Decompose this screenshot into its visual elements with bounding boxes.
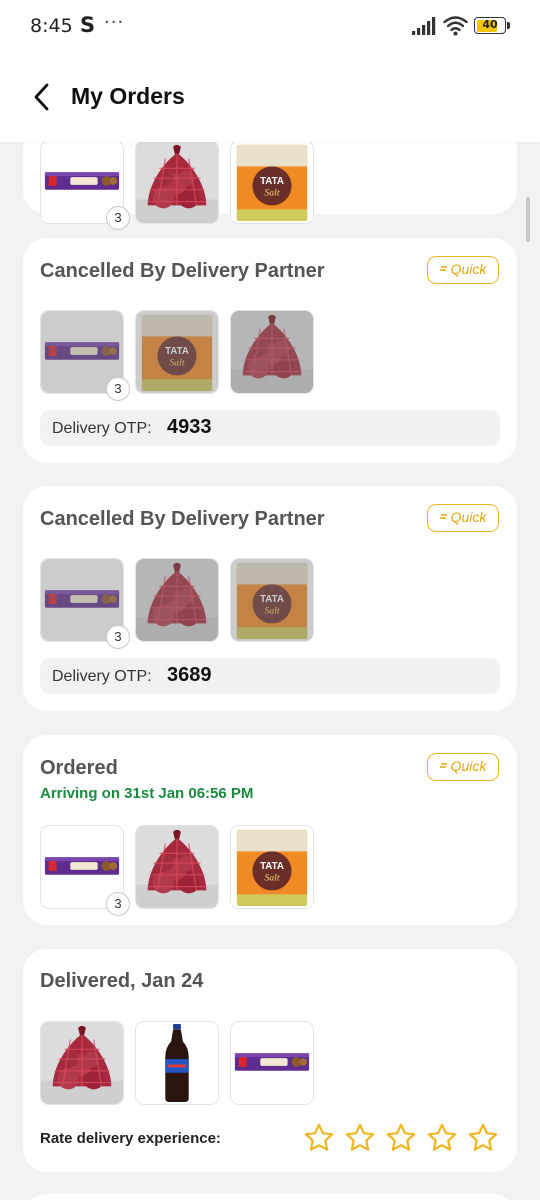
page-title: My Orders	[71, 83, 185, 109]
quick-delivery-icon	[439, 266, 447, 272]
product-thumbnail-salt	[230, 558, 314, 642]
star-icon[interactable]	[303, 1122, 335, 1154]
rate-delivery-label: Rate delivery experience:	[40, 1130, 221, 1147]
quick-badge: Quick	[427, 504, 499, 532]
product-thumbnail-onion	[230, 310, 314, 394]
order-status: Delivered, Jan 24	[40, 970, 204, 992]
order-card[interactable]: Cancelled By Delivery Partner Quick 3 De…	[23, 238, 517, 463]
order-card[interactable]: Delivered, Jan 24 Rate delivery experien…	[23, 949, 517, 1172]
order-card[interactable]: 3	[23, 142, 517, 230]
star-icon[interactable]	[426, 1122, 458, 1154]
app-s-icon: S	[80, 13, 96, 37]
quick-delivery-icon	[439, 514, 447, 520]
delivery-otp-bar: Delivery OTP: 3689	[40, 658, 500, 694]
quantity-badge: 3	[106, 377, 130, 401]
app-header: My Orders	[0, 52, 540, 142]
more-notifications-icon: ···	[104, 12, 125, 33]
product-thumbnail-onion	[135, 142, 219, 224]
battery-icon: 40	[474, 17, 506, 34]
product-thumbnail-salt	[135, 310, 219, 394]
orders-list[interactable]: 3 Cancelled By Delivery Partner Quick 3 …	[0, 142, 540, 1200]
product-thumbnail-onion	[40, 1021, 124, 1105]
status-time: 8:45	[30, 15, 73, 37]
quick-label: Quick	[450, 758, 487, 774]
delivery-otp-bar: Delivery OTP: 4933	[40, 410, 500, 446]
quantity-badge: 3	[106, 892, 130, 916]
quick-label: Quick	[450, 509, 487, 525]
product-thumbnail-onion	[135, 558, 219, 642]
quantity-badge: 3	[106, 625, 130, 649]
order-status: Ordered	[40, 757, 118, 779]
star-icon[interactable]	[344, 1122, 376, 1154]
battery-level: 40	[482, 18, 498, 31]
order-card[interactable]	[23, 1194, 517, 1200]
cellular-signal-icon	[412, 17, 436, 35]
quick-label: Quick	[450, 261, 487, 277]
product-thumbnail-cola	[135, 1021, 219, 1105]
star-icon[interactable]	[467, 1122, 499, 1154]
scrollbar[interactable]	[526, 197, 530, 242]
order-status: Cancelled By Delivery Partner	[40, 260, 325, 282]
rating-stars	[303, 1122, 499, 1154]
otp-label: Delivery OTP:	[52, 420, 152, 437]
status-bar: 8:45 S ··· 40	[0, 0, 540, 52]
wifi-icon	[443, 16, 468, 36]
quick-badge: Quick	[427, 753, 499, 781]
otp-value: 3689	[167, 664, 212, 686]
order-status: Cancelled By Delivery Partner	[40, 508, 325, 530]
order-card[interactable]: Ordered Arriving on 31st Jan 06:56 PM Qu…	[23, 735, 517, 925]
quick-badge: Quick	[427, 256, 499, 284]
otp-label: Delivery OTP:	[52, 668, 152, 685]
product-thumbnail-salt	[230, 825, 314, 909]
product-thumbnail-onion	[135, 825, 219, 909]
quick-delivery-icon	[439, 763, 447, 769]
order-card[interactable]: Cancelled By Delivery Partner Quick 3 De…	[23, 486, 517, 711]
product-thumbnail-salt	[230, 142, 314, 224]
product-thumbnail-biscuit	[230, 1021, 314, 1105]
chevron-left-icon[interactable]	[28, 82, 58, 112]
battery-tip	[507, 22, 510, 29]
arrival-time: Arriving on 31st Jan 06:56 PM	[40, 785, 254, 802]
otp-value: 4933	[167, 416, 212, 438]
quantity-badge: 3	[106, 206, 130, 230]
star-icon[interactable]	[385, 1122, 417, 1154]
